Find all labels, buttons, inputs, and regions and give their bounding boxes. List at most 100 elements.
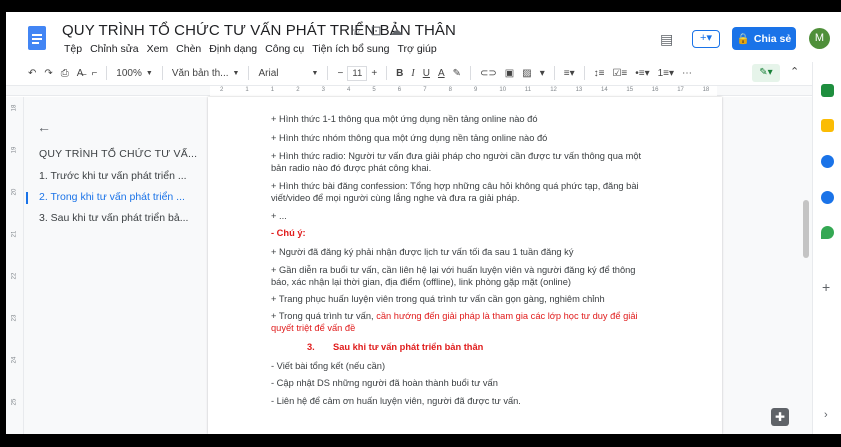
ruler-tick: 20	[11, 188, 18, 196]
share-label: Chia sẻ	[753, 32, 792, 45]
share-button[interactable]: 🔒 Chia sẻ	[732, 27, 796, 50]
ruler-tick: 18	[702, 87, 710, 93]
divider	[386, 66, 388, 80]
collapse-toolbar-icon[interactable]: ⌃	[790, 65, 799, 78]
style-select[interactable]: Văn bản th... ▼	[168, 68, 244, 79]
more-icon[interactable]: ⋯	[678, 68, 696, 79]
ruler-tick: 13	[575, 87, 583, 93]
document-page[interactable]: + Hình thức 1-1 thông qua một ứng dụng n…	[208, 97, 722, 434]
checklist-icon[interactable]: ☑≡	[608, 68, 631, 79]
overflow-chevron-icon[interactable]: ▾	[536, 68, 549, 79]
avatar[interactable]: M	[809, 28, 830, 49]
ruler-tick: 2	[220, 87, 224, 93]
ruler-tick: 6	[397, 87, 402, 93]
italic-button[interactable]: I	[407, 68, 418, 79]
print-icon[interactable]: ⎙	[57, 68, 73, 79]
present-icon[interactable]: +▾	[692, 30, 720, 48]
underline-button[interactable]: U	[419, 68, 434, 79]
outline-item-active[interactable]: 2. Trong khi tư vấn phát triển ...	[39, 191, 185, 203]
title-icons: ☆ ⊡ ☁	[351, 23, 403, 39]
contacts-icon[interactable]	[821, 191, 834, 204]
body-line: bản radio nào đó được phát công khai.	[271, 163, 432, 173]
menu-insert[interactable]: Chèn	[173, 43, 206, 55]
cloud-status-icon[interactable]: ☁	[390, 23, 403, 39]
divider	[470, 66, 472, 80]
outline-item[interactable]: 3. Sau khi tư vấn phát triển bả...	[39, 212, 188, 224]
zoom-value: 100%	[116, 67, 142, 79]
ruler-tick: 3	[321, 87, 325, 93]
menu-format[interactable]: Định dạng	[206, 43, 262, 55]
editing-mode-button[interactable]: ✎▾	[752, 64, 780, 82]
section-heading-number: 3.	[307, 342, 315, 352]
undo-icon[interactable]: ↶	[24, 68, 40, 79]
comment-history-icon[interactable]: ▤	[660, 31, 673, 48]
add-addon-icon[interactable]: +	[822, 279, 830, 295]
horizontal-ruler: 2 1 1 2 3 4 5 6 7 8 9 10 11 12 13 14 15 16 17 18	[6, 85, 812, 96]
ruler-tick: 10	[499, 87, 507, 93]
image-icon[interactable]: ▨	[518, 68, 535, 79]
ruler-tick: 9	[474, 87, 478, 93]
body-line: + Hình thức bài đăng confession: Tổng hợ…	[271, 181, 639, 191]
numbered-list-icon[interactable]: 1≡▾	[654, 68, 678, 79]
back-arrow-icon[interactable]: ←	[37, 119, 51, 135]
link-icon[interactable]: ⊂⊃	[476, 68, 501, 79]
highlight-icon[interactable]: ✎	[449, 68, 465, 79]
style-value: Văn bản th...	[171, 67, 229, 79]
ruler-tick: 1	[270, 87, 275, 93]
font-size-input[interactable]: 11	[347, 65, 368, 81]
document-canvas: ← QUY TRÌNH TỔ CHỨC TƯ VẤ... 1. Trước kh…	[24, 97, 812, 434]
menu-addons[interactable]: Tiện ích bổ sung	[309, 43, 394, 55]
explore-icon[interactable]: ✚	[771, 408, 789, 426]
divider	[583, 66, 585, 80]
chevron-down-icon: ▼	[311, 69, 319, 77]
menu-help[interactable]: Trợ giúp	[395, 43, 442, 55]
note-heading: - Chú ý:	[271, 228, 306, 238]
tasks-icon[interactable]	[821, 155, 834, 168]
outline-item[interactable]: 1. Trước khi tư vấn phát triển ...	[39, 170, 187, 182]
move-folder-icon[interactable]: ⊡	[371, 23, 382, 39]
vertical-ruler: 18 19 20 21 22 23 24 25	[6, 97, 24, 434]
comment-icon[interactable]: ▣	[501, 68, 518, 79]
paint-format-icon[interactable]: ⌐	[87, 68, 101, 79]
menu-view[interactable]: Xem	[144, 43, 174, 55]
ruler-tick: 1	[245, 87, 249, 93]
outline-title[interactable]: QUY TRÌNH TỔ CHỨC TƯ VẤ...	[39, 148, 197, 160]
ruler-tick: 18	[11, 104, 18, 112]
bullet-list-icon[interactable]: •≡▾	[631, 68, 653, 79]
spellcheck-icon[interactable]: A̶	[73, 68, 88, 79]
toolbar: ↶ ↷ ⎙ A̶ ⌐ 100% ▼ Văn bản th... ▼ Arial ▼ −…	[24, 62, 812, 84]
menu-edit[interactable]: Chỉnh sửa	[87, 43, 143, 55]
calendar-icon[interactable]	[821, 84, 834, 97]
vertical-scrollbar[interactable]	[803, 200, 809, 258]
star-icon[interactable]: ☆	[351, 23, 363, 39]
show-side-panel-icon[interactable]: ›	[824, 409, 828, 421]
ruler-tick: 11	[524, 87, 532, 93]
ruler-tick: 24	[11, 356, 18, 364]
increase-font-size-button[interactable]: +	[367, 68, 381, 79]
line-spacing-icon[interactable]: ↕≡	[590, 68, 609, 79]
menu-tools[interactable]: Công cụ	[262, 43, 309, 55]
font-select[interactable]: Arial ▼	[254, 68, 322, 79]
body-text: + Trong quá trình tư vấn,	[271, 311, 377, 321]
body-line: + Trong quá trình tư vấn, cần hướng đến …	[271, 311, 638, 321]
keep-icon[interactable]	[821, 119, 834, 132]
divider	[248, 66, 250, 80]
chevron-down-icon: ▼	[145, 69, 153, 77]
text-color-button[interactable]: A	[434, 68, 449, 79]
redo-icon[interactable]: ↷	[40, 68, 56, 79]
docs-window: QUY TRÌNH TỔ CHỨC TƯ VẤN PHÁT TRIỂN BẢN …	[6, 12, 841, 434]
body-line: + Hình thức nhóm thông qua một ứng dụng …	[271, 133, 548, 143]
docs-logo-icon[interactable]	[28, 26, 46, 50]
align-left-icon[interactable]: ≡▾	[560, 68, 579, 79]
bold-button[interactable]: B	[392, 68, 407, 79]
side-panel-rail: + ›	[812, 62, 841, 434]
maps-icon[interactable]	[821, 226, 834, 239]
ruler-tick: 12	[550, 87, 557, 93]
decrease-font-size-button[interactable]: −	[333, 68, 347, 79]
menu-file[interactable]: Tệp	[61, 43, 87, 55]
ruler-tick: 15	[626, 87, 634, 93]
ruler-tick: 4	[347, 87, 351, 93]
ruler-tick: 14	[601, 87, 608, 93]
zoom-select[interactable]: 100% ▼	[112, 68, 157, 79]
section-heading: Sau khi tư vấn phát triển bản thân	[333, 342, 484, 352]
